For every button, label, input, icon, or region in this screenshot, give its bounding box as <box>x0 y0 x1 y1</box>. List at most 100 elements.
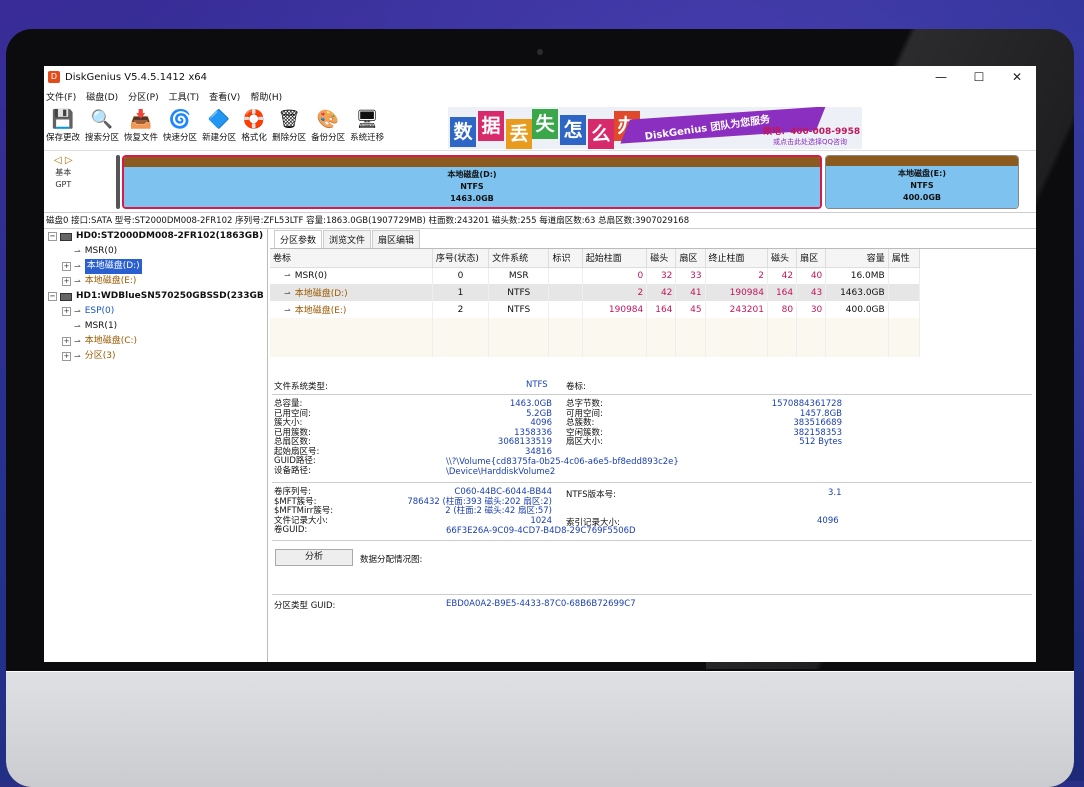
disk-type-label: 基本 <box>55 168 72 177</box>
divider <box>272 394 1032 395</box>
analyze-button[interactable]: 分析 <box>275 549 353 566</box>
table-row[interactable]: ⇀ MSR(0) 0 MSR 0 32 33 2 42 40 16.0MB <box>270 267 921 284</box>
col-header[interactable]: 卷标 <box>270 249 433 268</box>
cell: 45 <box>675 301 706 318</box>
system-migrate-button[interactable]: 🖥 系统迁移 <box>348 105 386 144</box>
msr-partition-bar[interactable] <box>116 155 120 209</box>
partition-block-e[interactable]: 本地磁盘(E:) NTFS 400.0GB <box>825 155 1019 209</box>
tree-partition-3[interactable]: + ⇀ 分区(3) <box>44 349 267 364</box>
col-header[interactable]: 磁头 <box>767 249 798 268</box>
recover-files-button[interactable]: 📥 恢复文件 <box>122 105 160 144</box>
save-button[interactable]: 💾 保存更改 <box>44 105 82 144</box>
tree-partition-e[interactable]: + ⇀ 本地磁盘(E:) <box>44 274 267 289</box>
format-icon: 🛟 <box>242 108 266 130</box>
table-row[interactable]: ⇀ 本地磁盘(D:) 1 NTFS 2 42 41 190984 164 43 1… <box>270 284 921 301</box>
banner-char: 丢 <box>506 119 532 149</box>
col-header[interactable]: 扇区 <box>796 249 827 268</box>
partition-fs: NTFS <box>910 181 934 190</box>
tab-browse-files[interactable]: 浏览文件 <box>323 230 372 248</box>
cell <box>888 267 921 284</box>
new-partition-button[interactable]: 🔷 新建分区 <box>200 105 238 144</box>
new-partition-icon: 🔷 <box>207 108 231 130</box>
menu-bar: 文件(F) 磁盘(D) 分区(P) 工具(T) 查看(V) 帮助(H) <box>44 88 1036 105</box>
search-partition-button[interactable]: 🔍 搜索分区 <box>83 105 121 144</box>
col-header[interactable]: 属性 <box>888 249 921 268</box>
cell: 32 <box>646 267 677 284</box>
menu-file[interactable]: 文件(F) <box>46 90 76 103</box>
stat-value: 2 (柱面:2 磁头:42 扇区:57) <box>445 506 552 516</box>
menu-partition[interactable]: 分区(P) <box>128 90 158 103</box>
partition-icon: ⇀ <box>74 352 81 361</box>
partition-block-d[interactable]: 本地磁盘(D:) NTFS 1463.0GB <box>122 155 822 209</box>
expand-icon[interactable]: + <box>62 352 71 361</box>
cell-label: ⇀ MSR(0) <box>270 267 433 284</box>
expand-icon[interactable]: + <box>62 307 71 316</box>
fs-type-value: NTFS <box>526 380 548 390</box>
tree-partition-msr0[interactable]: ⇀ MSR(0) <box>44 244 267 259</box>
col-header[interactable]: 容量 <box>825 249 889 268</box>
expand-icon[interactable]: + <box>62 337 71 346</box>
tab-sector-edit[interactable]: 扇区编辑 <box>372 230 421 248</box>
main-area: − HD0:ST2000DM008-2FR102(1863GB) ⇀ MSR(0) … <box>44 229 1036 662</box>
tree-partition-c[interactable]: + ⇀ 本地磁盘(C:) <box>44 334 267 349</box>
col-header[interactable]: 起始柱面 <box>582 249 648 268</box>
tree-partition-msr1[interactable]: ⇀ MSR(1) <box>44 319 267 334</box>
banner-char: 么 <box>588 119 614 149</box>
table-row[interactable]: ⇀ 本地磁盘(E:) 2 NTFS 190984 164 45 243201 80… <box>270 301 921 318</box>
col-header[interactable]: 标识 <box>548 249 583 268</box>
close-button[interactable]: ✕ <box>998 70 1036 84</box>
disk-info-bar: 磁盘0 接口:SATA 型号:ST2000DM008-2FR102 序列号:ZF… <box>44 213 1036 229</box>
tree-disk-hd0[interactable]: − HD0:ST2000DM008-2FR102(1863GB) <box>44 229 267 244</box>
quick-partition-button[interactable]: 🌀 快速分区 <box>161 105 199 144</box>
collapse-icon[interactable]: − <box>48 292 57 301</box>
partition-icon: ⇀ <box>284 270 291 280</box>
format-button[interactable]: 🛟 格式化 <box>239 105 269 144</box>
ntfs-version-label: NTFS版本号: <box>566 490 617 500</box>
divider <box>272 594 1032 595</box>
col-header[interactable]: 扇区 <box>675 249 706 268</box>
partition-icon: ⇀ <box>284 306 291 315</box>
backup-partition-button[interactable]: 🎨 备份分区 <box>309 105 347 144</box>
col-header[interactable]: 序号(状态) <box>432 249 490 268</box>
partition-icon: ⇀ <box>74 262 81 271</box>
cell: MSR <box>488 267 550 284</box>
partition-table: 卷标 序号(状态) 文件系统 标识 起始柱面 磁头 扇区 终止柱面 磁头 扇区 … <box>270 249 921 357</box>
col-header[interactable]: 终止柱面 <box>705 249 768 268</box>
ntfs-labels: 卷序列号: $MFT簇号: $MFTMirr簇号: 文件记录大小: 卷GUID: <box>274 487 333 536</box>
camera-dot <box>537 49 543 55</box>
cell-label: ⇀ 本地磁盘(D:) <box>270 284 433 301</box>
menu-disk[interactable]: 磁盘(D) <box>86 90 118 103</box>
table-empty-row <box>270 318 921 331</box>
expand-icon[interactable]: + <box>62 262 71 271</box>
disk-tree: − HD0:ST2000DM008-2FR102(1863GB) ⇀ MSR(0) … <box>44 229 268 662</box>
ntfs-values: C060-44BC-6044-BB44 786432 (柱面:393 磁头:20… <box>372 487 552 526</box>
collapse-icon[interactable]: − <box>48 232 57 241</box>
stat-label: 卷GUID: <box>274 525 308 535</box>
delete-partition-button[interactable]: 🗑 删除分区 <box>270 105 308 144</box>
expand-icon[interactable]: + <box>62 277 71 286</box>
tree-partition-d[interactable]: + ⇀ 本地磁盘(D:) <box>44 259 267 274</box>
data-allocation-label: 数据分配情况图: <box>360 555 423 565</box>
tab-partition-params[interactable]: 分区参数 <box>274 230 323 248</box>
monitor-frame: D DiskGenius V5.4.5.1412 x64 — ☐ ✕ 文件(F)… <box>6 29 1074 787</box>
detail-pane: 分区参数 浏览文件 扇区编辑 卷标 序号(状态) 文件系统 标识 起始柱面 磁头… <box>270 229 1036 662</box>
fs-type-label: 文件系统类型: <box>274 382 328 392</box>
maximize-button[interactable]: ☐ <box>960 70 998 84</box>
device-path-value: \Device\HarddiskVolume2 <box>446 467 556 477</box>
minimize-button[interactable]: — <box>922 70 960 84</box>
banner-phone: 致电：400-008-9958 <box>763 127 861 137</box>
disk-nav-arrows[interactable]: ◁ ▷ <box>54 155 73 167</box>
ad-banner[interactable]: 数 据 丢 失 怎 么 办 DiskGenius 团队为您服务 致电：400-0… <box>448 107 862 149</box>
col-header[interactable]: 文件系统 <box>488 249 550 268</box>
window-title: DiskGenius V5.4.5.1412 x64 <box>65 71 207 83</box>
menu-help[interactable]: 帮助(H) <box>250 90 282 103</box>
partition-name: 本地磁盘(E:) <box>898 169 946 178</box>
col-header[interactable]: 磁头 <box>646 249 677 268</box>
save-icon: 💾 <box>51 108 75 130</box>
menu-view[interactable]: 查看(V) <box>209 90 240 103</box>
tree-partition-esp[interactable]: + ⇀ ESP(0) <box>44 304 267 319</box>
cell: 243201 <box>705 301 768 318</box>
menu-tools[interactable]: 工具(T) <box>169 90 200 103</box>
stats-labels-left: 总容量: 已用空间: 簇大小: 已用簇数: 总扇区数: 起始扇区号: GUID路… <box>274 399 319 476</box>
tree-disk-hd1[interactable]: − HD1:WDBlueSN570250GBSSD(233GB <box>44 289 267 304</box>
